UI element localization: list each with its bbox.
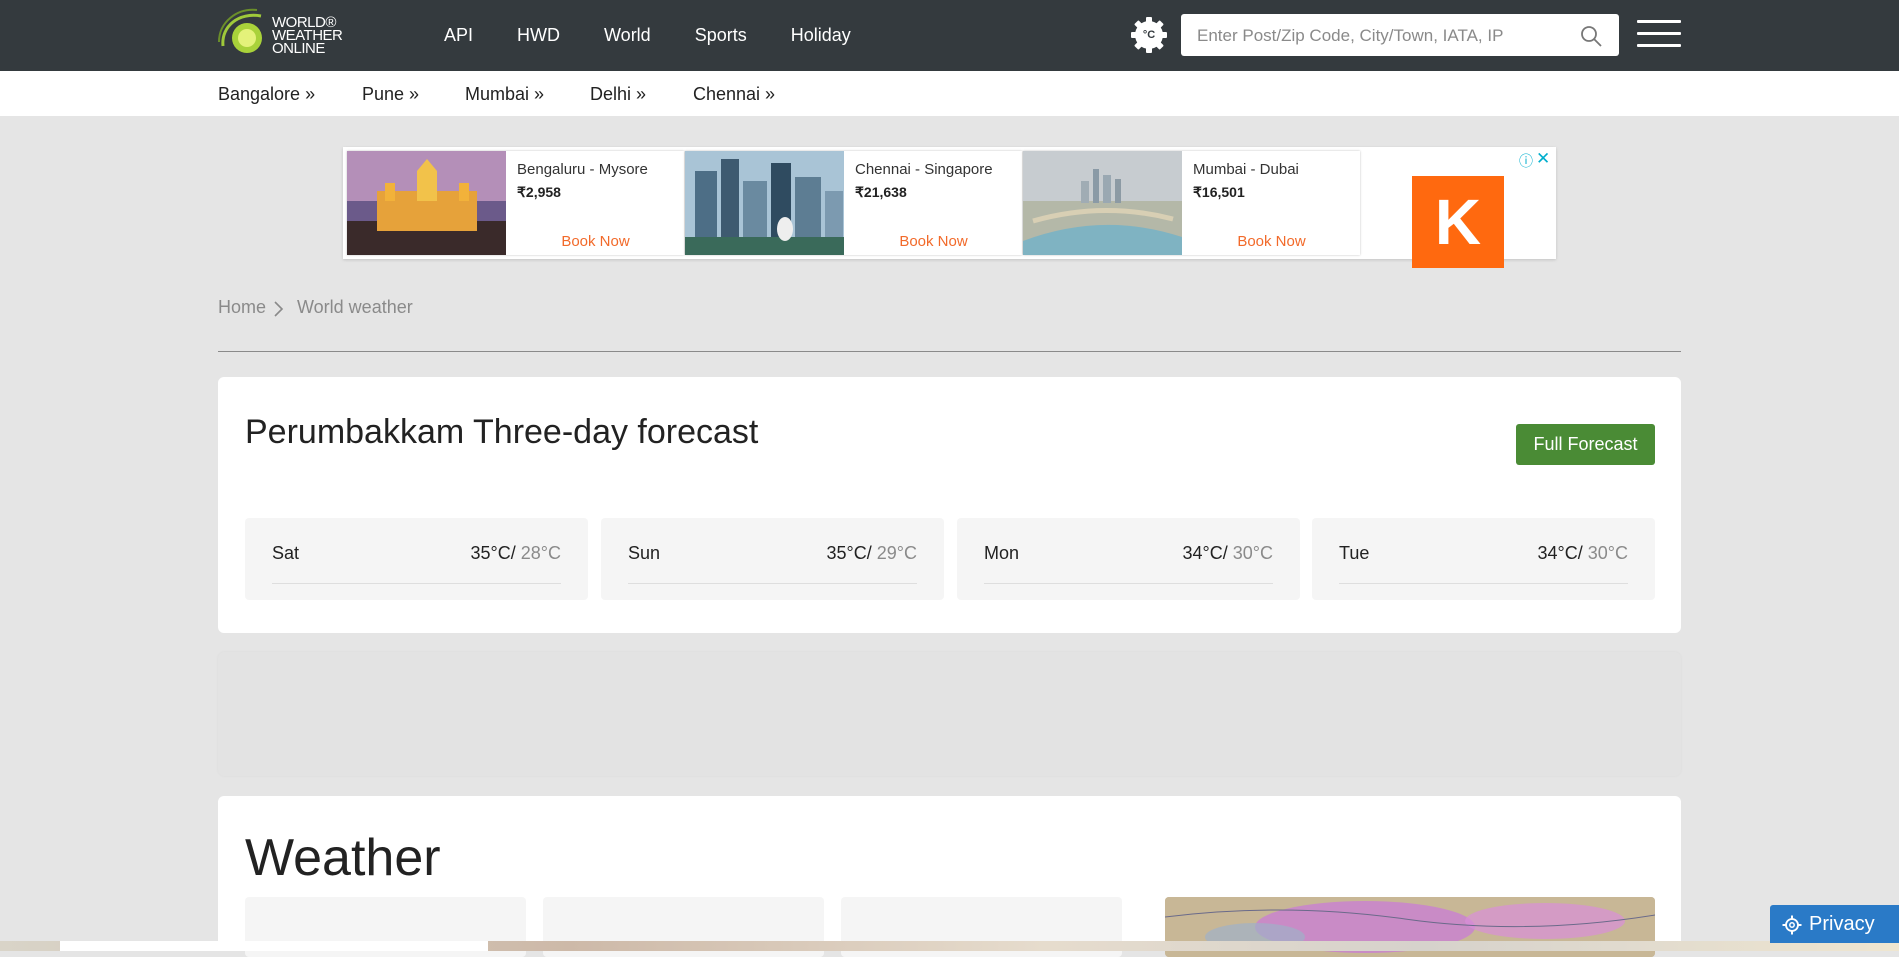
bottom-white-panel <box>60 941 488 951</box>
nav-link-sports[interactable]: Sports <box>695 25 747 46</box>
divider <box>272 583 561 584</box>
weather-section-card: Weather <box>218 796 1681 957</box>
top-navigation-bar: WORLD® WEATHER ONLINE API HWD World Spor… <box>0 0 1899 71</box>
city-link-pune[interactable]: Pune » <box>362 84 419 105</box>
book-now-link[interactable]: Book Now <box>1193 233 1350 250</box>
forecast-day-sun[interactable]: Sun 35°C/ 29°C <box>601 518 944 600</box>
logo-globe-icon <box>218 8 262 53</box>
privacy-label: Privacy <box>1809 913 1875 935</box>
location-search-box <box>1181 14 1619 58</box>
divider <box>628 583 917 584</box>
ad-close-icon[interactable]: ✕ <box>1536 149 1550 169</box>
forecast-day-sat[interactable]: Sat 35°C/ 28°C <box>245 518 588 600</box>
ad-price: ₹2,958 <box>517 184 561 200</box>
breadcrumb-home[interactable]: Home <box>218 297 266 318</box>
three-day-forecast-card: Perumbakkam Three-day forecast Full Fore… <box>218 377 1681 633</box>
book-now-link[interactable]: Book Now <box>517 233 674 250</box>
divider <box>218 351 1681 352</box>
city-link-chennai[interactable]: Chennai » <box>693 84 775 105</box>
privacy-settings-button[interactable]: Privacy <box>1770 905 1899 943</box>
temp-low: 29°C <box>871 543 917 563</box>
gear-icon <box>1782 915 1802 935</box>
city-link-mumbai[interactable]: Mumbai » <box>465 84 544 105</box>
forecast-day-mon[interactable]: Mon 34°C/ 30°C <box>957 518 1300 600</box>
search-input[interactable] <box>1195 14 1569 58</box>
full-forecast-button[interactable]: Full Forecast <box>1516 424 1655 465</box>
breadcrumb-current: World weather <box>297 297 413 317</box>
nav-link-hwd[interactable]: HWD <box>517 25 560 46</box>
ad-route: Mumbai - Dubai <box>1193 161 1299 178</box>
weather-heading: Weather <box>245 829 441 887</box>
skyline-image <box>685 151 844 255</box>
palace-image <box>347 151 506 255</box>
ad-info-icon[interactable]: ⓘ <box>1519 151 1533 171</box>
temp-high: 35°C/ <box>826 543 872 563</box>
logo-text: WORLD® WEATHER ONLINE <box>272 15 343 56</box>
search-icon[interactable] <box>1579 24 1603 48</box>
nav-link-holiday[interactable]: Holiday <box>791 25 851 46</box>
chevron-right-icon <box>274 301 284 317</box>
ad-route: Bengaluru - Mysore <box>517 161 648 178</box>
city-link-bangalore[interactable]: Bangalore » <box>218 84 315 105</box>
day-temperature: 35°C/ 29°C <box>827 543 917 564</box>
forecast-title: Perumbakkam Three-day forecast <box>245 413 759 451</box>
ad-route: Chennai - Singapore <box>855 161 993 178</box>
main-nav: API HWD World Sports Holiday <box>444 0 895 71</box>
hamburger-menu-icon[interactable] <box>1637 20 1681 52</box>
temp-high: 35°C/ <box>470 543 516 563</box>
forecast-day-tue[interactable]: Tue 34°C/ 30°C <box>1312 518 1655 600</box>
city-quick-links-bar: Bangalore » Pune » Mumbai » Delhi » Chen… <box>0 71 1899 116</box>
kayak-logo[interactable]: K <box>1412 176 1504 268</box>
temp-high: 34°C/ <box>1537 543 1583 563</box>
day-temperature: 35°C/ 28°C <box>471 543 561 564</box>
temp-low: 30°C <box>1582 543 1628 563</box>
day-name: Sun <box>628 543 661 563</box>
day-name: Mon <box>984 543 1020 563</box>
nav-link-api[interactable]: API <box>444 25 473 46</box>
travel-ad-banner: Bengaluru - Mysore ₹2,958 Book Now Chenn… <box>343 147 1556 268</box>
city-link-delhi[interactable]: Delhi » <box>590 84 646 105</box>
ad-card-chennai-singapore[interactable]: Chennai - Singapore ₹21,638 Book Now <box>685 151 1022 255</box>
unit-toggle-button[interactable]: °C <box>1130 16 1168 54</box>
divider <box>1339 583 1628 584</box>
dubai-image <box>1023 151 1182 255</box>
ad-price: ₹16,501 <box>1193 184 1245 200</box>
ad-placeholder <box>218 652 1681 776</box>
ad-card-mumbai-dubai[interactable]: Mumbai - Dubai ₹16,501 Book Now <box>1023 151 1360 255</box>
ad-card-bengaluru-mysore[interactable]: Bengaluru - Mysore ₹2,958 Book Now <box>347 151 684 255</box>
world-weather-online-logo[interactable]: WORLD® WEATHER ONLINE <box>217 8 357 60</box>
kayak-logo-letter: K <box>1434 186 1482 258</box>
temp-high: 34°C/ <box>1182 543 1228 563</box>
day-temperature: 34°C/ 30°C <box>1183 543 1273 564</box>
temp-low: 30°C <box>1227 543 1273 563</box>
day-temperature: 34°C/ 30°C <box>1538 543 1628 564</box>
day-name: Sat <box>272 543 300 563</box>
divider <box>984 583 1273 584</box>
unit-label: °C <box>1142 29 1156 41</box>
nav-link-world[interactable]: World <box>604 25 651 46</box>
book-now-link[interactable]: Book Now <box>855 233 1012 250</box>
ad-price: ₹21,638 <box>855 184 907 200</box>
temp-low: 28°C <box>515 543 561 563</box>
day-name: Tue <box>1339 543 1370 563</box>
